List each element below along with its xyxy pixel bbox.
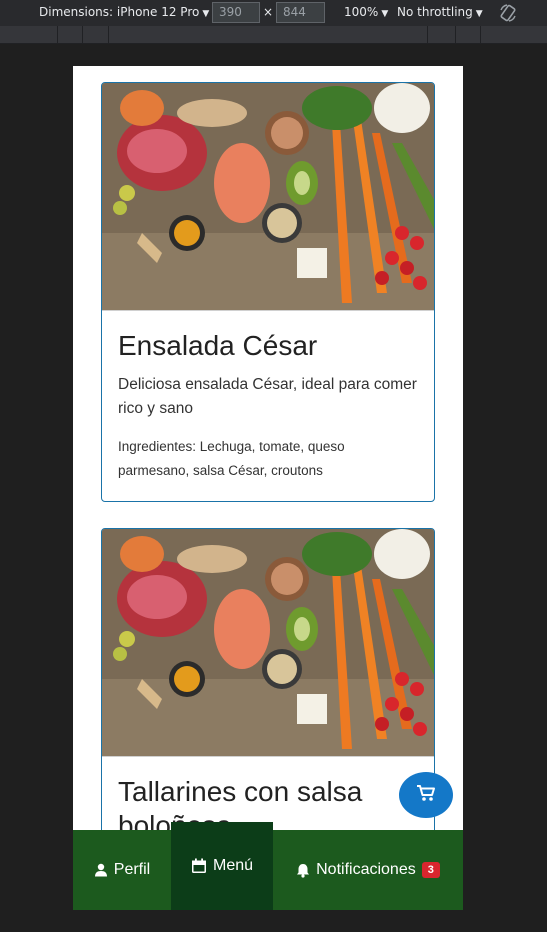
device-label: Dimensions: iPhone 12 Pro: [39, 5, 200, 19]
media-query-ruler: [0, 26, 547, 44]
menu-card[interactable]: Ensalada César Deliciosa ensalada César,…: [101, 82, 435, 502]
bell-icon: [296, 863, 310, 878]
nav-item-notifications[interactable]: Notificaciones 3: [273, 830, 463, 910]
zoom-select[interactable]: 100% ▼: [344, 5, 388, 19]
chevron-down-icon: ▼: [475, 9, 483, 19]
nav-item-profile[interactable]: Perfil: [73, 830, 171, 910]
devtools-device-toolbar: Dimensions: iPhone 12 Pro ▼ 390 × 844 100…: [0, 0, 547, 26]
device-viewport: Ensalada César Deliciosa ensalada César,…: [73, 66, 463, 910]
times-sign: ×: [263, 5, 274, 19]
rotate-icon[interactable]: [498, 3, 518, 26]
throttling-select[interactable]: No throttling ▼: [397, 5, 483, 19]
height-input[interactable]: 844: [276, 2, 325, 23]
width-input[interactable]: 390: [212, 2, 260, 23]
nav-label-menu: Menú: [212, 857, 254, 874]
food-image: [102, 529, 434, 756]
cart-button[interactable]: [399, 772, 453, 818]
chevron-down-icon: ▼: [202, 9, 210, 19]
nav-item-menu[interactable]: Menú: [171, 822, 273, 910]
throttling-label: No throttling: [397, 5, 473, 19]
food-image: [102, 83, 434, 310]
calendar-icon: [191, 858, 207, 874]
card-ingredients: Ingredientes: Lechuga, tomate, queso par…: [118, 439, 345, 478]
notifications-badge: 3: [421, 862, 440, 878]
card-title: Ensalada César: [118, 330, 318, 361]
card-description: Deliciosa ensalada César, ideal para com…: [118, 376, 417, 417]
user-icon: [94, 863, 108, 877]
bottom-navigation: Perfil Menú Notificaciones 3: [73, 822, 463, 910]
chevron-down-icon: ▼: [381, 9, 389, 19]
menu-card[interactable]: Tallarines con salsa boloñesa: [101, 528, 435, 862]
zoom-label: 100%: [344, 5, 379, 19]
nav-label-profile: Perfil: [113, 861, 151, 878]
device-select[interactable]: Dimensions: iPhone 12 Pro ▼: [39, 5, 209, 19]
cart-icon: [416, 784, 436, 807]
card-body: Ensalada César Deliciosa ensalada César,…: [102, 310, 434, 501]
nav-label-notifications: Notificaciones: [316, 861, 416, 878]
